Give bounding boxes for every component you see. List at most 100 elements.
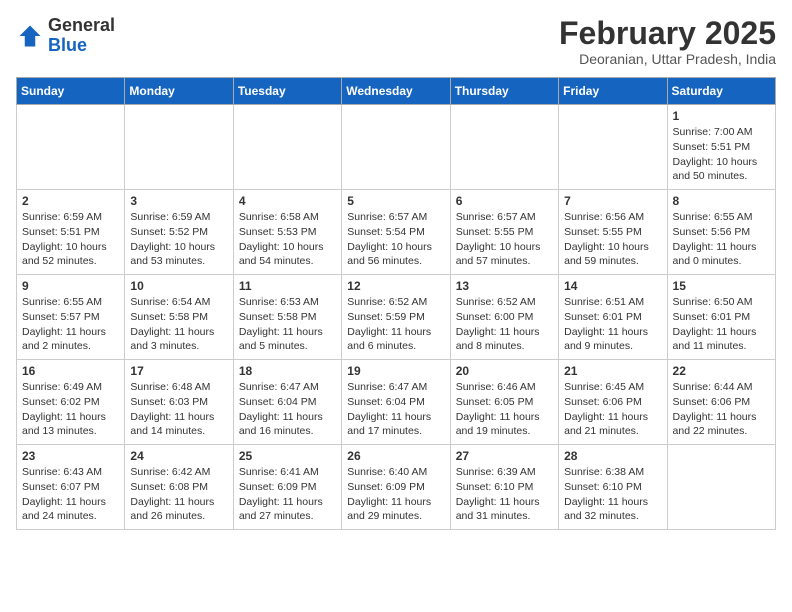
day-number: 18 [239, 364, 336, 378]
location: Deoranian, Uttar Pradesh, India [559, 51, 776, 67]
day-info: Sunrise: 6:45 AM Sunset: 6:06 PM Dayligh… [564, 380, 661, 439]
day-number: 3 [130, 194, 227, 208]
day-info: Sunrise: 6:49 AM Sunset: 6:02 PM Dayligh… [22, 380, 119, 439]
calendar-cell: 10 Sunrise: 6:54 AM Sunset: 5:58 PM Dayli… [125, 275, 233, 360]
calendar-cell: 17 Sunrise: 6:48 AM Sunset: 6:03 PM Dayli… [125, 360, 233, 445]
calendar-week-row: 23 Sunrise: 6:43 AM Sunset: 6:07 PM Dayli… [17, 445, 776, 530]
weekday-header: Thursday [450, 78, 558, 105]
calendar-cell: 7 Sunrise: 6:56 AM Sunset: 5:55 PM Daylig… [559, 190, 667, 275]
day-number: 6 [456, 194, 553, 208]
day-info: Sunrise: 6:57 AM Sunset: 5:54 PM Dayligh… [347, 210, 444, 269]
day-info: Sunrise: 6:52 AM Sunset: 5:59 PM Dayligh… [347, 295, 444, 354]
day-number: 17 [130, 364, 227, 378]
day-number: 26 [347, 449, 444, 463]
logo: General Blue [16, 16, 115, 56]
calendar-cell: 8 Sunrise: 6:55 AM Sunset: 5:56 PM Daylig… [667, 190, 775, 275]
day-number: 16 [22, 364, 119, 378]
month-title: February 2025 [559, 16, 776, 51]
calendar-cell: 28Sunrise: 6:38 AM Sunset: 6:10 PM Dayli… [559, 445, 667, 530]
calendar-cell: 26 Sunrise: 6:40 AM Sunset: 6:09 PM Dayli… [342, 445, 450, 530]
day-number: 21 [564, 364, 661, 378]
calendar-cell: 19 Sunrise: 6:47 AM Sunset: 6:04 PM Dayli… [342, 360, 450, 445]
calendar-cell: 6 Sunrise: 6:57 AM Sunset: 5:55 PM Daylig… [450, 190, 558, 275]
day-number: 12 [347, 279, 444, 293]
calendar-cell: 2 Sunrise: 6:59 AM Sunset: 5:51 PM Daylig… [17, 190, 125, 275]
logo-icon [16, 22, 44, 50]
calendar-cell: 12 Sunrise: 6:52 AM Sunset: 5:59 PM Dayli… [342, 275, 450, 360]
calendar-cell: 13 Sunrise: 6:52 AM Sunset: 6:00 PM Dayli… [450, 275, 558, 360]
calendar-cell [559, 105, 667, 190]
calendar-week-row: 1Sunrise: 7:00 AM Sunset: 5:51 PM Daylig… [17, 105, 776, 190]
weekday-header: Tuesday [233, 78, 341, 105]
day-info: Sunrise: 6:39 AM Sunset: 6:10 PM Dayligh… [456, 465, 553, 524]
day-info: Sunrise: 6:44 AM Sunset: 6:06 PM Dayligh… [673, 380, 770, 439]
day-number: 10 [130, 279, 227, 293]
day-info: Sunrise: 6:40 AM Sunset: 6:09 PM Dayligh… [347, 465, 444, 524]
calendar-cell: 5Sunrise: 6:57 AM Sunset: 5:54 PM Daylig… [342, 190, 450, 275]
calendar-cell: 1Sunrise: 7:00 AM Sunset: 5:51 PM Daylig… [667, 105, 775, 190]
day-number: 25 [239, 449, 336, 463]
day-number: 24 [130, 449, 227, 463]
weekday-header: Sunday [17, 78, 125, 105]
day-number: 7 [564, 194, 661, 208]
day-number: 2 [22, 194, 119, 208]
day-number: 23 [22, 449, 119, 463]
calendar-cell: 16 Sunrise: 6:49 AM Sunset: 6:02 PM Dayli… [17, 360, 125, 445]
day-number: 15 [673, 279, 770, 293]
day-info: Sunrise: 6:51 AM Sunset: 6:01 PM Dayligh… [564, 295, 661, 354]
calendar-cell [450, 105, 558, 190]
calendar-cell: 22 Sunrise: 6:44 AM Sunset: 6:06 PM Dayli… [667, 360, 775, 445]
calendar-cell: 4 Sunrise: 6:58 AM Sunset: 5:53 PM Daylig… [233, 190, 341, 275]
day-info: Sunrise: 6:58 AM Sunset: 5:53 PM Dayligh… [239, 210, 336, 269]
day-number: 9 [22, 279, 119, 293]
weekday-header: Monday [125, 78, 233, 105]
calendar-cell [17, 105, 125, 190]
day-number: 22 [673, 364, 770, 378]
day-number: 28 [564, 449, 661, 463]
calendar-header-row: SundayMondayTuesdayWednesdayThursdayFrid… [17, 78, 776, 105]
day-number: 20 [456, 364, 553, 378]
day-number: 13 [456, 279, 553, 293]
calendar-cell: 14 Sunrise: 6:51 AM Sunset: 6:01 PM Dayli… [559, 275, 667, 360]
weekday-header: Wednesday [342, 78, 450, 105]
weekday-header: Friday [559, 78, 667, 105]
day-info: Sunrise: 6:52 AM Sunset: 6:00 PM Dayligh… [456, 295, 553, 354]
day-info: Sunrise: 6:53 AM Sunset: 5:58 PM Dayligh… [239, 295, 336, 354]
calendar-cell: 3 Sunrise: 6:59 AM Sunset: 5:52 PM Daylig… [125, 190, 233, 275]
logo-text: General Blue [48, 16, 115, 56]
day-number: 19 [347, 364, 444, 378]
calendar-cell: 11Sunrise: 6:53 AM Sunset: 5:58 PM Dayli… [233, 275, 341, 360]
day-info: Sunrise: 6:48 AM Sunset: 6:03 PM Dayligh… [130, 380, 227, 439]
day-info: Sunrise: 6:55 AM Sunset: 5:57 PM Dayligh… [22, 295, 119, 354]
day-info: Sunrise: 6:57 AM Sunset: 5:55 PM Dayligh… [456, 210, 553, 269]
calendar-cell: 18Sunrise: 6:47 AM Sunset: 6:04 PM Dayli… [233, 360, 341, 445]
day-info: Sunrise: 6:42 AM Sunset: 6:08 PM Dayligh… [130, 465, 227, 524]
day-info: Sunrise: 6:54 AM Sunset: 5:58 PM Dayligh… [130, 295, 227, 354]
calendar-cell: 27Sunrise: 6:39 AM Sunset: 6:10 PM Dayli… [450, 445, 558, 530]
calendar-cell: 21 Sunrise: 6:45 AM Sunset: 6:06 PM Dayli… [559, 360, 667, 445]
day-number: 14 [564, 279, 661, 293]
calendar-cell [233, 105, 341, 190]
calendar-cell: 24 Sunrise: 6:42 AM Sunset: 6:08 PM Dayli… [125, 445, 233, 530]
calendar-week-row: 9 Sunrise: 6:55 AM Sunset: 5:57 PM Daylig… [17, 275, 776, 360]
day-info: Sunrise: 6:41 AM Sunset: 6:09 PM Dayligh… [239, 465, 336, 524]
weekday-header: Saturday [667, 78, 775, 105]
calendar-cell: 15 Sunrise: 6:50 AM Sunset: 6:01 PM Dayli… [667, 275, 775, 360]
day-info: Sunrise: 6:50 AM Sunset: 6:01 PM Dayligh… [673, 295, 770, 354]
day-info: Sunrise: 6:56 AM Sunset: 5:55 PM Dayligh… [564, 210, 661, 269]
day-info: Sunrise: 7:00 AM Sunset: 5:51 PM Dayligh… [673, 125, 770, 184]
day-info: Sunrise: 6:59 AM Sunset: 5:52 PM Dayligh… [130, 210, 227, 269]
calendar-cell [342, 105, 450, 190]
calendar-cell: 25 Sunrise: 6:41 AM Sunset: 6:09 PM Dayli… [233, 445, 341, 530]
calendar-cell: 23 Sunrise: 6:43 AM Sunset: 6:07 PM Dayli… [17, 445, 125, 530]
day-info: Sunrise: 6:59 AM Sunset: 5:51 PM Dayligh… [22, 210, 119, 269]
day-info: Sunrise: 6:47 AM Sunset: 6:04 PM Dayligh… [347, 380, 444, 439]
title-block: February 2025 Deoranian, Uttar Pradesh, … [559, 16, 776, 67]
day-number: 4 [239, 194, 336, 208]
calendar-cell: 20Sunrise: 6:46 AM Sunset: 6:05 PM Dayli… [450, 360, 558, 445]
calendar-week-row: 16 Sunrise: 6:49 AM Sunset: 6:02 PM Dayli… [17, 360, 776, 445]
day-number: 8 [673, 194, 770, 208]
day-info: Sunrise: 6:43 AM Sunset: 6:07 PM Dayligh… [22, 465, 119, 524]
page-header: General Blue February 2025 Deoranian, Ut… [16, 16, 776, 67]
day-info: Sunrise: 6:55 AM Sunset: 5:56 PM Dayligh… [673, 210, 770, 269]
